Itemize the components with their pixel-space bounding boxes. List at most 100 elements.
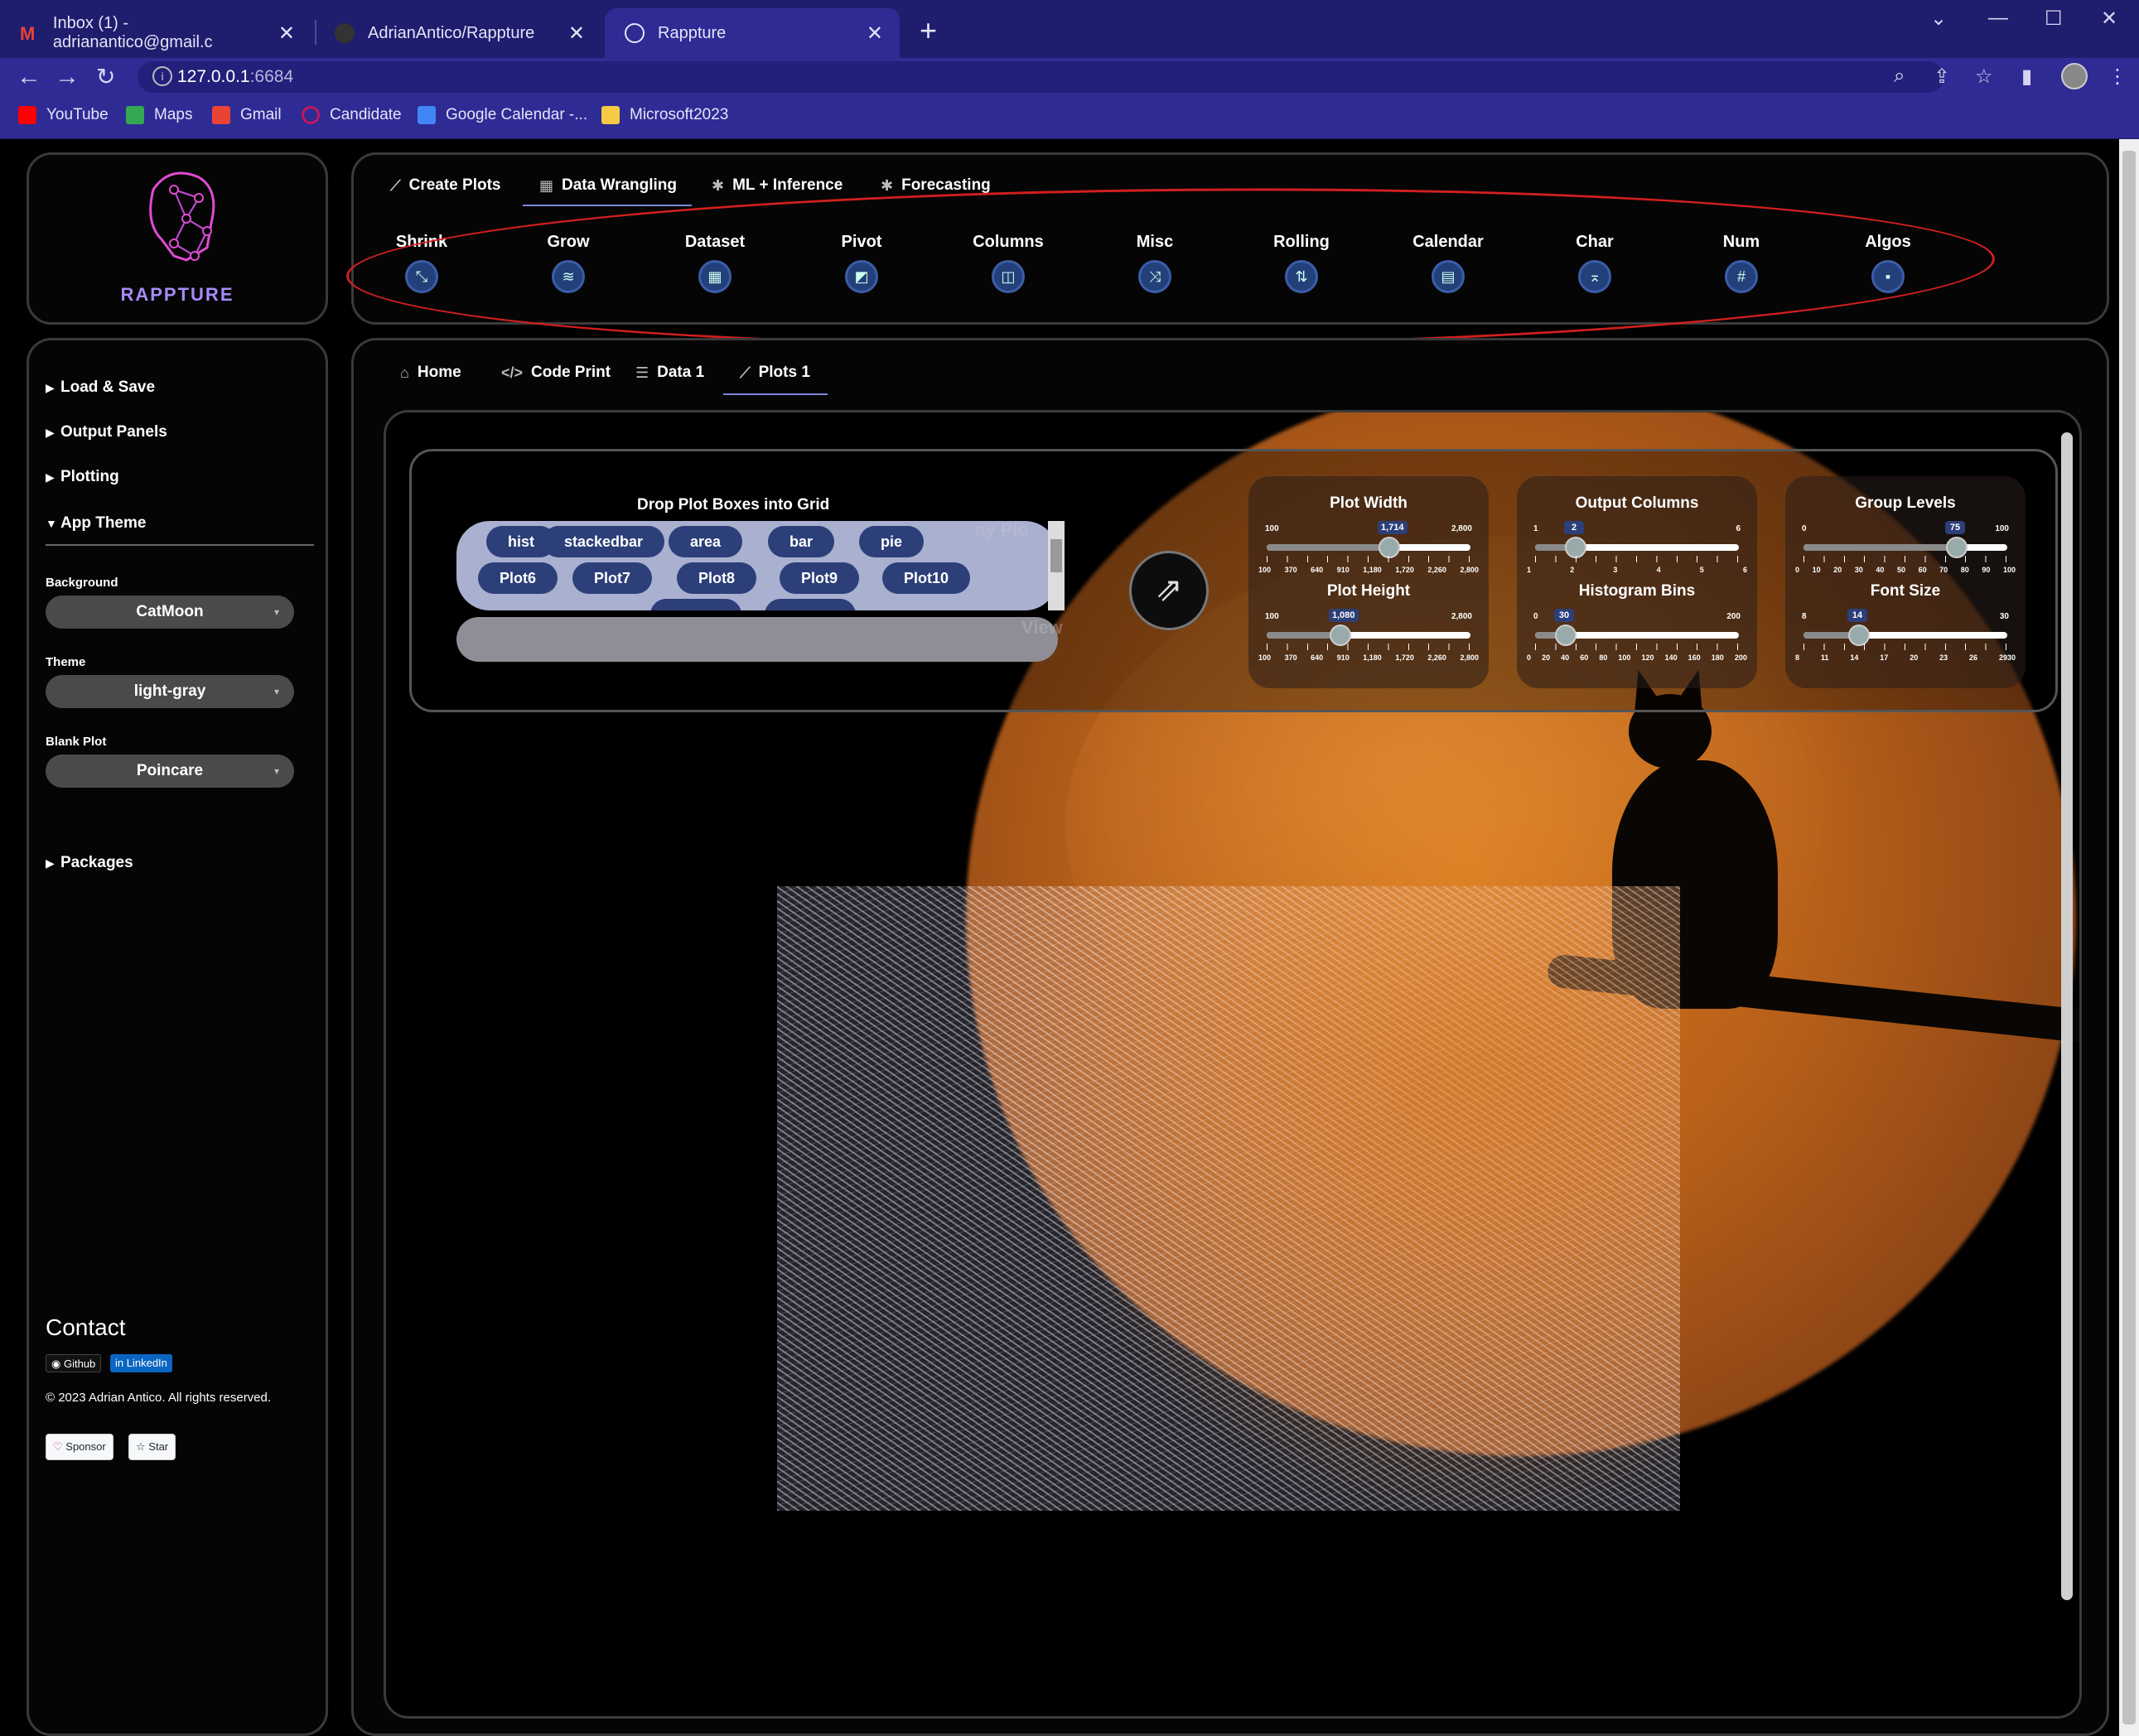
scroll-thumb[interactable] [1050, 539, 1062, 572]
badge-label: Github [63, 1357, 96, 1370]
menu-dots-icon[interactable]: ⋮ [2108, 65, 2127, 89]
maximize-icon[interactable]: ☐ [2045, 7, 2063, 31]
tick-label: 6 [1742, 566, 1747, 574]
tick-label: 5 [1699, 566, 1704, 574]
linkedin-icon: in [115, 1357, 127, 1369]
histogram-bins-slider[interactable]: 30 [1535, 609, 1739, 646]
bookmark-gmail[interactable]: Gmail [212, 106, 282, 124]
tab-data-wrangling[interactable]: ▦ Data Wrangling [539, 176, 677, 195]
group-levels-slider[interactable]: 75 [1803, 521, 2007, 558]
tick-label: 11 [1820, 653, 1829, 662]
drop-zone-scrollbar[interactable] [1048, 521, 1065, 610]
tab-rappture[interactable]: Rappture ✕ [605, 8, 900, 58]
plot-height-title: Plot Height [1326, 582, 1411, 600]
tab-create-plots[interactable]: ⟋ Create Plots [390, 176, 500, 195]
group-levels-min: 0 [1802, 524, 1807, 533]
new-tab-icon[interactable]: + [920, 13, 937, 48]
tab-home[interactable]: ⌂ Home [400, 364, 461, 382]
sponsor-label: Sponsor [65, 1440, 106, 1453]
output-columns-max: 6 [1736, 524, 1741, 533]
sponsor-button[interactable]: ♡ Sponsor [46, 1434, 113, 1460]
logo-panel: RAPPTURE [27, 152, 328, 325]
section-plotting[interactable]: ▶ Plotting [46, 468, 119, 486]
plot-box-hidden[interactable] [765, 599, 856, 610]
avatar[interactable] [2061, 63, 2088, 89]
share-button[interactable]: ⇗ [1129, 551, 1209, 630]
bookmark-calendar[interactable]: Google Calendar -... [418, 106, 587, 124]
forward-icon[interactable]: → [55, 63, 80, 91]
section-packages[interactable]: ▶ Packages [46, 854, 133, 872]
tick-label: 370 [1284, 653, 1297, 662]
output-columns-slider[interactable]: 2 [1535, 521, 1739, 558]
plot-box-plot10[interactable]: Plot10 [882, 562, 971, 594]
plot-box-stackedbar[interactable]: stackedbar [543, 526, 665, 557]
tab-gmail[interactable]: M Inbox (1) - adrianantico@gmail.c ✕ [0, 8, 311, 58]
chevron-down-icon: ▾ [273, 606, 279, 618]
tick-label: 0 [1795, 566, 1800, 574]
star-icon: ☆ [136, 1440, 149, 1453]
tab-title: Inbox (1) - adrianantico@gmail.c [52, 14, 213, 51]
plot-box-plot8[interactable]: Plot8 [677, 562, 757, 594]
tab-label: Data 1 [657, 364, 705, 381]
plot-box-area[interactable]: area [669, 526, 743, 557]
plot-box-plot7[interactable]: Plot7 [572, 562, 653, 594]
page-scrollbar[interactable] [2119, 139, 2139, 1736]
tab-ml-inference[interactable]: ✱ ML + Inference [712, 176, 843, 195]
plot-box-plot6[interactable]: Plot6 [478, 562, 558, 594]
plot-box-pie[interactable]: pie [859, 526, 925, 557]
plot-grid-drop-zone[interactable] [456, 617, 1058, 662]
reload-icon[interactable]: ↻ [96, 63, 115, 90]
theme-select[interactable]: light-gray ▾ [46, 675, 294, 708]
plot-box-drop-zone[interactable]: hist stackedbar area bar pie Plot6 Plot7… [456, 521, 1058, 610]
window-close-icon[interactable]: ✕ [2101, 7, 2117, 31]
slider-ticks [1803, 556, 2007, 562]
section-load-save[interactable]: ▶ Load & Save [46, 379, 155, 397]
blank-plot-select[interactable]: Poincare ▾ [46, 755, 294, 788]
section-app-theme[interactable]: ▼ App Theme [46, 514, 146, 533]
output-columns-min: 1 [1533, 524, 1538, 533]
blank-plot-label: Blank Plot [46, 735, 107, 749]
share-icon[interactable]: ⇪ [1934, 65, 1950, 89]
plot-height-slider[interactable]: 1,080 [1267, 609, 1470, 646]
tab-forecasting[interactable]: ✱ Forecasting [881, 176, 991, 195]
tab-title: Rappture [658, 23, 727, 42]
font-size-slider[interactable]: 14 [1803, 609, 2007, 646]
linkedin-badge[interactable]: in LinkedIn [110, 1354, 172, 1372]
close-icon[interactable]: ✕ [278, 22, 295, 46]
section-output-panels[interactable]: ▶ Output Panels [46, 423, 167, 441]
sidebar: ▶ Load & Save ▶ Output Panels ▶ Plotting ▼ A… [27, 338, 328, 1736]
plot-box-bar[interactable]: bar [768, 526, 835, 557]
close-icon[interactable]: ✕ [568, 22, 585, 46]
bookmark-microsoft2023[interactable]: Microsoft2023 [601, 106, 728, 124]
bookmark-youtube[interactable]: YouTube [18, 106, 109, 124]
plot-width-slider[interactable]: 1,714 [1267, 521, 1470, 558]
back-icon[interactable]: ← [17, 63, 41, 91]
plot-box-plot9[interactable]: Plot9 [780, 562, 860, 594]
bookmark-maps[interactable]: Maps [126, 106, 192, 124]
tab-plots-1[interactable]: ⟋ Plots 1 [740, 364, 810, 382]
close-icon[interactable]: ✕ [867, 22, 883, 46]
plot-box-hidden[interactable] [650, 599, 741, 610]
side-panel-icon[interactable]: ▮ [2021, 65, 2032, 89]
plot-height-value: 1,080 [1329, 609, 1359, 622]
bookmark-star-icon[interactable]: ☆ [1975, 65, 1993, 89]
tab-code-print[interactable]: </> Code Print [501, 364, 611, 382]
tab-data-1[interactable]: ☰ Data 1 [635, 364, 704, 382]
tab-github[interactable]: AdrianAntico/Rappture ✕ [315, 8, 601, 58]
output-scrollbar[interactable] [2061, 432, 2073, 1600]
output-columns-tick-labels: 1 2 3 4 5 6 [1527, 566, 1747, 574]
address-bar[interactable]: i 127.0.0.1:6684 [138, 61, 1943, 93]
site-info-icon[interactable]: i [152, 66, 172, 86]
home-icon: ⌂ [400, 364, 409, 381]
poincare-plot [777, 886, 1680, 1511]
zoom-icon[interactable]: ⌕ [1894, 65, 1905, 88]
background-select[interactable]: CatMoon ▾ [46, 596, 294, 629]
bookmark-candidate[interactable]: Candidate [302, 106, 402, 124]
tab-search-icon[interactable]: ⌄ [1930, 7, 1947, 31]
font-size-min: 8 [1802, 612, 1807, 621]
github-badge[interactable]: ◉ Github [46, 1354, 102, 1372]
tick-label: 160 [1688, 653, 1701, 662]
scroll-thumb[interactable] [2122, 151, 2136, 1724]
minimize-icon[interactable]: — [1988, 7, 2008, 30]
star-button[interactable]: ☆ Star [128, 1434, 176, 1460]
